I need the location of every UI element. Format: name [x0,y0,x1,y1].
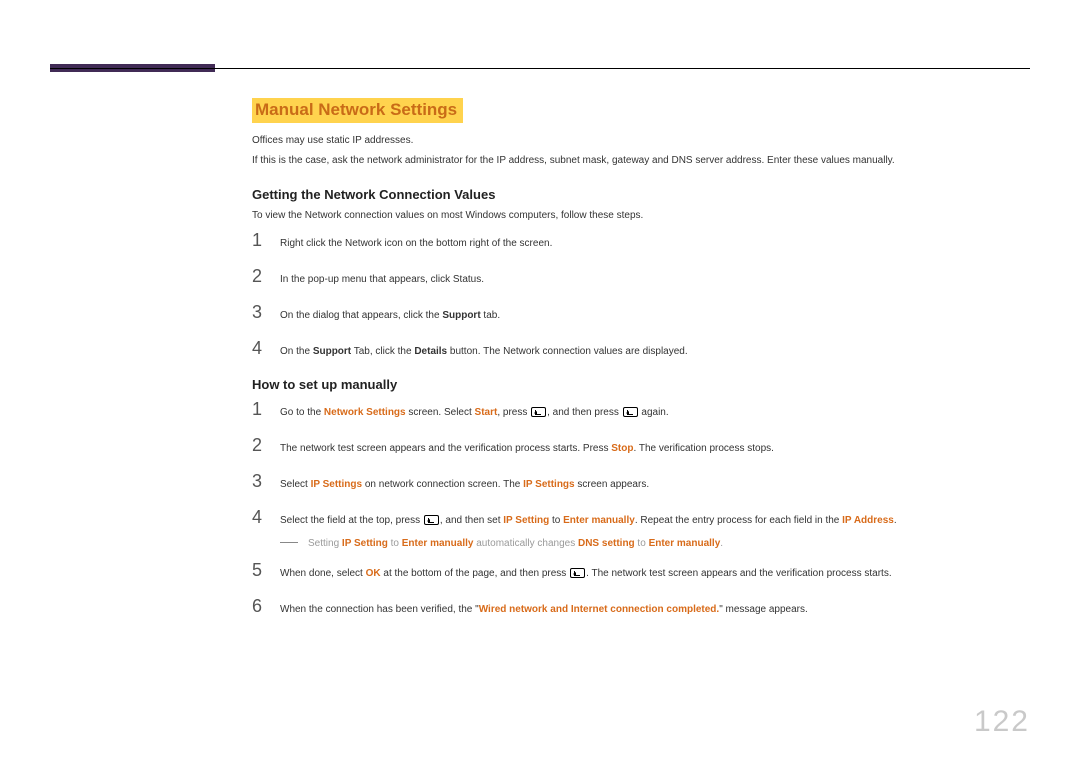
intro-text-2: If this is the case, ask the network adm… [252,153,1030,169]
t: , press [497,407,530,418]
t: When done, select [280,568,366,579]
t: , and then press [547,407,622,418]
t: at the bottom of the page, and then pres… [381,568,569,579]
highlight: IP Setting [342,538,388,549]
section1-steps: 1 Right click the Network icon on the bo… [252,231,1030,359]
header-rule [50,68,1030,69]
step-text: When the connection has been verified, t… [280,602,1030,617]
highlight: IP Setting [503,515,549,526]
bold: Details [414,346,447,357]
step-number: 1 [252,231,266,249]
highlight: Wired network and Internet connection co… [479,604,720,615]
step-number: 4 [252,339,266,357]
highlight: IP Settings [311,479,363,490]
t: . Repeat the entry process for each fiel… [635,515,842,526]
step-3: 3 Select IP Settings on network connecti… [252,472,1030,492]
t: On the [280,346,313,357]
highlight: Network Settings [324,407,406,418]
t: The network test screen appears and the … [280,443,611,454]
highlight: Enter manually [649,538,721,549]
note: Setting IP Setting to Enter manually aut… [280,538,1030,549]
step-text: Select IP Settings on network connection… [280,477,1030,492]
step-4: 4 Select the field at the top, press , a… [252,508,1030,528]
highlight: IP Address [842,515,894,526]
step-number: 2 [252,436,266,454]
t: Setting [308,538,342,549]
step-2: 2 The network test screen appears and th… [252,436,1030,456]
t: , and then set [440,515,503,526]
highlight: IP Settings [523,479,575,490]
t: on network connection screen. The [362,479,523,490]
enter-icon [531,407,546,417]
t: Tab, click the [351,346,414,357]
highlight: Enter manually [402,538,474,549]
t: automatically changes [473,538,578,549]
step-text: When done, select OK at the bottom of th… [280,566,1030,581]
page-number: 122 [974,705,1030,739]
t: tab. [481,310,500,321]
t: to [635,538,649,549]
step-number: 4 [252,508,266,526]
step-text: On the Support Tab, click the Details bu… [280,344,1030,359]
highlight: Enter manually [563,515,635,526]
bold: Support [442,310,480,321]
t: " message appears. [719,604,808,615]
step-text: Right click the Network icon on the bott… [280,236,1030,251]
highlight: OK [366,568,381,579]
section1-intro: To view the Network connection values on… [252,210,1030,221]
highlight: Stop [611,443,633,454]
step-4: 4 On the Support Tab, click the Details … [252,339,1030,359]
t: Select the field at the top, press [280,515,423,526]
t: to [549,515,563,526]
content-area: Manual Network Settings Offices may use … [252,98,1030,633]
step-text: The network test screen appears and the … [280,441,1030,456]
t: button. The Network connection values ar… [447,346,688,357]
enter-icon [623,407,638,417]
t: again. [639,407,669,418]
manual-page: Manual Network Settings Offices may use … [0,0,1080,763]
step-number: 1 [252,400,266,418]
page-title: Manual Network Settings [252,98,463,123]
t: screen. Select [406,407,475,418]
enter-icon [424,515,439,525]
step-5: 5 When done, select OK at the bottom of … [252,561,1030,581]
t: Go to the [280,407,324,418]
t: . The verification process stops. [633,443,773,454]
bold: Support [313,346,351,357]
t: screen appears. [575,479,650,490]
note-dash-icon [280,542,298,543]
note-text: Setting IP Setting to Enter manually aut… [308,538,723,549]
step-number: 6 [252,597,266,615]
step-text: On the dialog that appears, click the Su… [280,308,1030,323]
enter-icon [570,568,585,578]
t: Select [280,479,311,490]
step-1: 1 Right click the Network icon on the bo… [252,231,1030,251]
t: . [720,538,723,549]
t: When the connection has been verified, t… [280,604,479,615]
step-number: 2 [252,267,266,285]
section2-heading: How to set up manually [252,377,1030,392]
step-number: 3 [252,303,266,321]
highlight: DNS setting [578,538,635,549]
section1-heading: Getting the Network Connection Values [252,187,1030,202]
highlight: Start [475,407,498,418]
section2-steps: 1 Go to the Network Settings screen. Sel… [252,400,1030,617]
step-1: 1 Go to the Network Settings screen. Sel… [252,400,1030,420]
t: On the dialog that appears, click the [280,310,442,321]
step-6: 6 When the connection has been verified,… [252,597,1030,617]
step-text: Go to the Network Settings screen. Selec… [280,405,1030,420]
step-number: 5 [252,561,266,579]
t: . The network test screen appears and th… [586,568,892,579]
t: to [388,538,402,549]
step-2: 2 In the pop-up menu that appears, click… [252,267,1030,287]
step-text: Select the field at the top, press , and… [280,513,1030,528]
step-text: In the pop-up menu that appears, click S… [280,272,1030,287]
t: . [894,515,897,526]
step-3: 3 On the dialog that appears, click the … [252,303,1030,323]
intro-text-1: Offices may use static IP addresses. [252,133,1030,149]
step-number: 3 [252,472,266,490]
